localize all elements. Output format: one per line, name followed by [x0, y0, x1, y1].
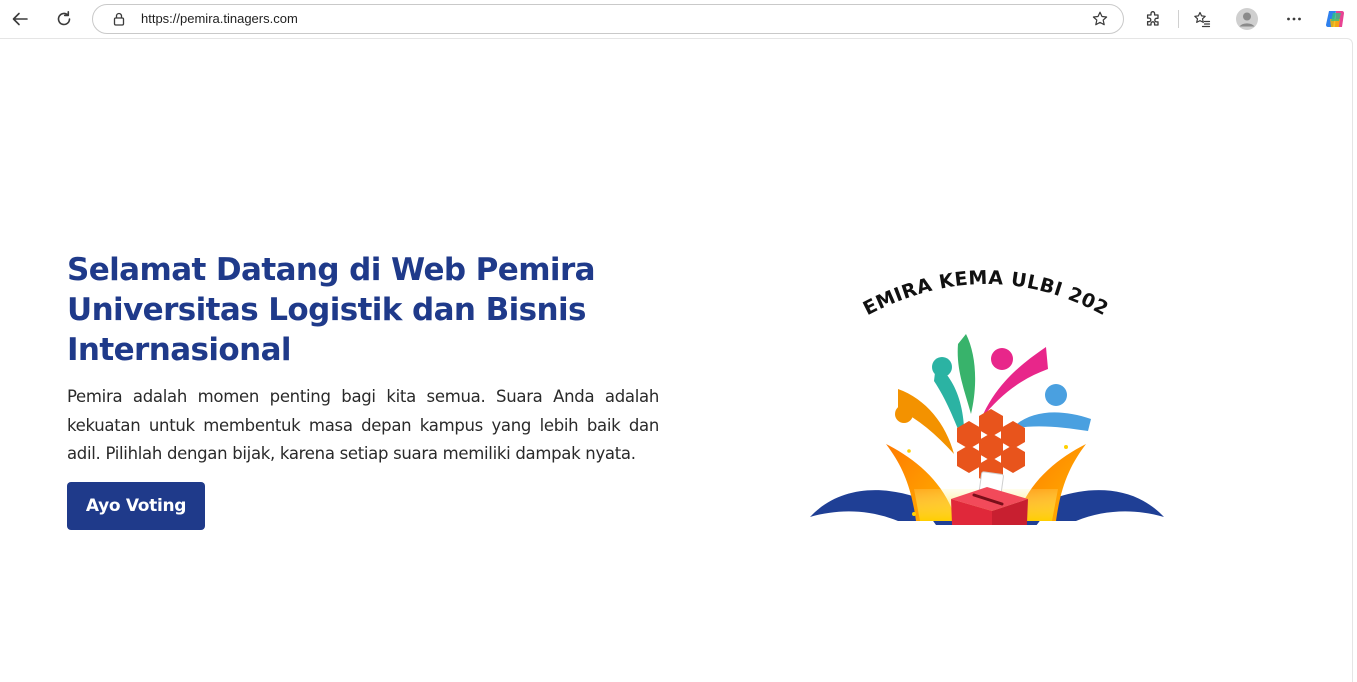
favorites-icon	[1194, 11, 1211, 28]
reload-icon	[57, 11, 71, 26]
browser-toolbar: https://pemira.tinagers.com	[0, 0, 1357, 38]
favorites-button[interactable]	[1187, 4, 1217, 34]
toolbar-divider	[1178, 10, 1179, 28]
hero-description: Pemira adalah momen penting bagi kita se…	[67, 387, 659, 463]
back-button[interactable]	[5, 4, 35, 34]
more-menu-button[interactable]	[1279, 4, 1309, 34]
star-icon[interactable]	[1091, 10, 1109, 28]
profile-avatar-icon	[1236, 8, 1258, 30]
hero-title: Selamat Datang di Web Pemira Universitas…	[67, 252, 596, 368]
back-arrow-icon	[12, 12, 28, 26]
copilot-button[interactable]	[1321, 4, 1351, 34]
hero-text-block: Selamat Datang di Web Pemira Universitas…	[67, 250, 659, 469]
copilot-icon	[1325, 10, 1345, 28]
more-menu-icon	[1287, 17, 1301, 21]
voting-button[interactable]: Ayo Voting	[67, 482, 205, 530]
extensions-button[interactable]	[1138, 4, 1168, 34]
logo-arc-text: PEMIRA KEMA ULBI 2025	[806, 259, 1112, 320]
address-bar[interactable]: https://pemira.tinagers.com	[92, 4, 1124, 34]
extensions-icon	[1146, 11, 1159, 26]
pemira-logo-graphic: PEMIRA KEMA ULBI 2025	[799, 242, 1164, 561]
page-viewport: Selamat Datang di Web Pemira Universitas…	[0, 38, 1353, 682]
lock-icon[interactable]	[111, 11, 127, 27]
pemira-logo: PEMIRA KEMA ULBI 2025	[799, 242, 1168, 561]
profile-button[interactable]	[1232, 4, 1262, 34]
address-url[interactable]: https://pemira.tinagers.com	[141, 11, 298, 27]
reload-button[interactable]	[49, 4, 79, 34]
